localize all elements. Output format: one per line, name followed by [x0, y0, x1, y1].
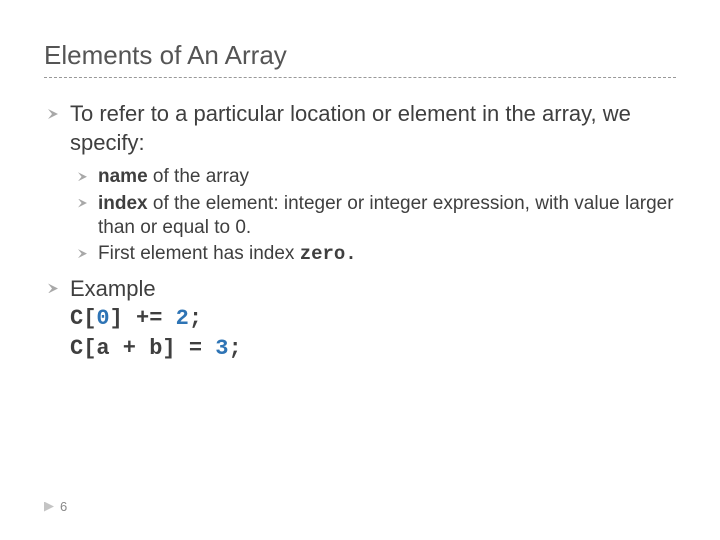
sub-bullet-name: name of the array: [76, 165, 676, 189]
code2-a: C[a + b] =: [70, 336, 215, 361]
bullet-intro: To refer to a particular location or ele…: [44, 100, 676, 266]
sub1-bold: name: [98, 166, 148, 187]
bullet-intro-text: To refer to a particular location or ele…: [70, 100, 676, 157]
slide-title: Elements of An Array: [44, 40, 676, 78]
code1-e: ;: [189, 306, 202, 331]
footer-marker-icon: [44, 502, 54, 512]
example-block: Example C[0] += 2; C[a + b] = 3;: [70, 274, 676, 363]
slide-footer: 6: [44, 499, 67, 514]
sub-bullet-zero: First element has index zero.: [76, 242, 676, 266]
code-line-1: C[0] += 2;: [70, 304, 676, 334]
sub3-pre: First element has index: [98, 243, 300, 264]
sub3-code: zero.: [300, 243, 357, 265]
code1-a: C[: [70, 306, 96, 331]
sub-bullet-index: index of the element: integer or integer…: [76, 192, 676, 241]
example-label: Example: [70, 274, 676, 304]
sub1-rest: of the array: [148, 166, 249, 187]
code1-c: ] +=: [110, 306, 176, 331]
page-number: 6: [60, 499, 67, 514]
code2-c: ;: [228, 336, 241, 361]
bullet-example: Example C[0] += 2; C[a + b] = 3;: [44, 274, 676, 363]
main-bullet-list: To refer to a particular location or ele…: [44, 100, 676, 364]
sub-bullet-name-text: name of the array: [98, 165, 676, 189]
sub-bullet-index-text: index of the element: integer or integer…: [98, 192, 676, 241]
code-line-2: C[a + b] = 3;: [70, 334, 676, 364]
code1-b: 0: [96, 306, 109, 331]
sub2-bold: index: [98, 193, 148, 214]
sub-bullet-list: name of the array index of the element: …: [76, 165, 676, 266]
sub-bullet-zero-text: First element has index zero.: [98, 242, 676, 266]
code1-d: 2: [176, 306, 189, 331]
code2-b: 3: [215, 336, 228, 361]
sub2-rest: of the element: integer or integer expre…: [98, 193, 674, 238]
